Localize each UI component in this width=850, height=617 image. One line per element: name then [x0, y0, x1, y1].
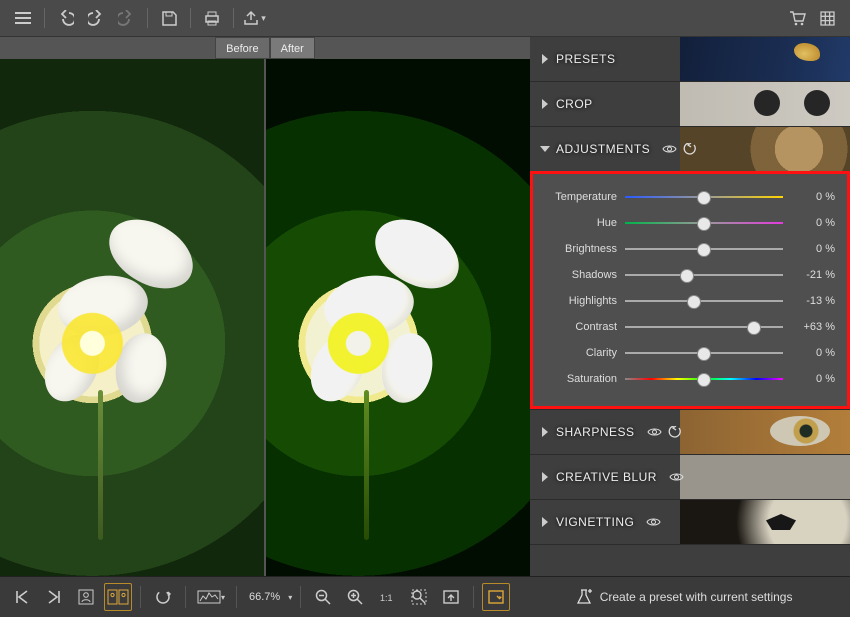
- slider-value-saturation: 0 %: [791, 373, 835, 385]
- slider-value-shadows: -21 %: [791, 269, 835, 281]
- panel-creative-blur[interactable]: CREATIVE BLUR: [530, 455, 850, 499]
- slider-value-brightness: 0 %: [791, 243, 835, 255]
- slider-value-temperature: 0 %: [791, 191, 835, 203]
- compare-view-icon[interactable]: [104, 583, 132, 611]
- histogram-icon[interactable]: ▾: [194, 583, 228, 611]
- slider-shadows[interactable]: [625, 268, 783, 282]
- slider-highlights[interactable]: [625, 294, 783, 308]
- after-image[interactable]: [266, 59, 530, 576]
- before-image[interactable]: [0, 59, 264, 576]
- save-icon[interactable]: [156, 5, 182, 31]
- slider-clarity[interactable]: [625, 346, 783, 360]
- panel-vignetting[interactable]: VIGNETTING: [530, 500, 850, 544]
- slider-label-brightness: Brightness: [545, 243, 617, 255]
- eye-icon[interactable]: [669, 472, 684, 482]
- menu-icon[interactable]: [10, 5, 36, 31]
- slider-label-saturation: Saturation: [545, 373, 617, 385]
- slider-label-contrast: Contrast: [545, 321, 617, 333]
- undo-icon[interactable]: [53, 5, 79, 31]
- panel-presets[interactable]: PRESETS: [530, 37, 850, 81]
- redo-disabled-icon: [113, 5, 139, 31]
- after-tab[interactable]: After: [270, 37, 315, 59]
- cart-icon[interactable]: [784, 5, 810, 31]
- navigator-icon[interactable]: [482, 583, 510, 611]
- before-tab[interactable]: Before: [215, 37, 269, 59]
- top-toolbar: ▾: [0, 0, 850, 37]
- reset-icon[interactable]: [683, 143, 696, 155]
- fit-screen-icon[interactable]: [437, 583, 465, 611]
- reset-icon[interactable]: [668, 426, 681, 438]
- slider-label-shadows: Shadows: [545, 269, 617, 281]
- redo-icon[interactable]: [83, 5, 109, 31]
- grid-icon[interactable]: [814, 5, 840, 31]
- slider-value-clarity: 0 %: [791, 347, 835, 359]
- bottom-toolbar: ▾ 66.7%▾ 1:1: [0, 576, 518, 617]
- slider-value-contrast: +63 %: [791, 321, 835, 333]
- zoom-100-icon[interactable]: 1:1: [373, 583, 401, 611]
- share-icon[interactable]: ▾: [242, 5, 268, 31]
- slider-saturation[interactable]: [625, 372, 783, 386]
- slider-label-hue: Hue: [545, 217, 617, 229]
- right-sidebar: PRESETS CROP ADJUSTMENTS Temperature 0 % H…: [530, 37, 850, 576]
- first-image-icon[interactable]: [8, 583, 36, 611]
- last-image-icon[interactable]: [40, 583, 68, 611]
- adjustments-body: Temperature 0 % Hue 0 % Brightness 0 % Shadows…: [530, 171, 850, 409]
- svg-text:1:1: 1:1: [380, 593, 393, 603]
- panel-sharpness[interactable]: SHARPNESS: [530, 410, 850, 454]
- slider-value-highlights: -13 %: [791, 295, 835, 307]
- slider-brightness[interactable]: [625, 242, 783, 256]
- zoom-level[interactable]: 66.7%: [245, 591, 284, 603]
- zoom-in-icon[interactable]: [341, 583, 369, 611]
- slider-contrast[interactable]: [625, 320, 783, 334]
- panel-crop[interactable]: CROP: [530, 82, 850, 126]
- zoom-out-icon[interactable]: [309, 583, 337, 611]
- rotate-icon[interactable]: [149, 583, 177, 611]
- slider-temperature[interactable]: [625, 190, 783, 204]
- create-preset-button[interactable]: Create a preset with current settings: [518, 576, 850, 617]
- eye-icon[interactable]: [646, 517, 661, 527]
- zoom-fit-icon[interactable]: [405, 583, 433, 611]
- slider-value-hue: 0 %: [791, 217, 835, 229]
- print-icon[interactable]: [199, 5, 225, 31]
- slider-label-highlights: Highlights: [545, 295, 617, 307]
- canvas-area: Before After: [0, 37, 530, 576]
- slider-hue[interactable]: [625, 216, 783, 230]
- single-view-icon[interactable]: [72, 583, 100, 611]
- panel-adjustments[interactable]: ADJUSTMENTS: [530, 127, 850, 171]
- slider-label-temperature: Temperature: [545, 191, 617, 203]
- eye-icon[interactable]: [662, 144, 677, 154]
- flask-plus-icon: [576, 589, 592, 605]
- eye-icon[interactable]: [647, 427, 662, 437]
- create-preset-label: Create a preset with current settings: [600, 590, 793, 604]
- slider-label-clarity: Clarity: [545, 347, 617, 359]
